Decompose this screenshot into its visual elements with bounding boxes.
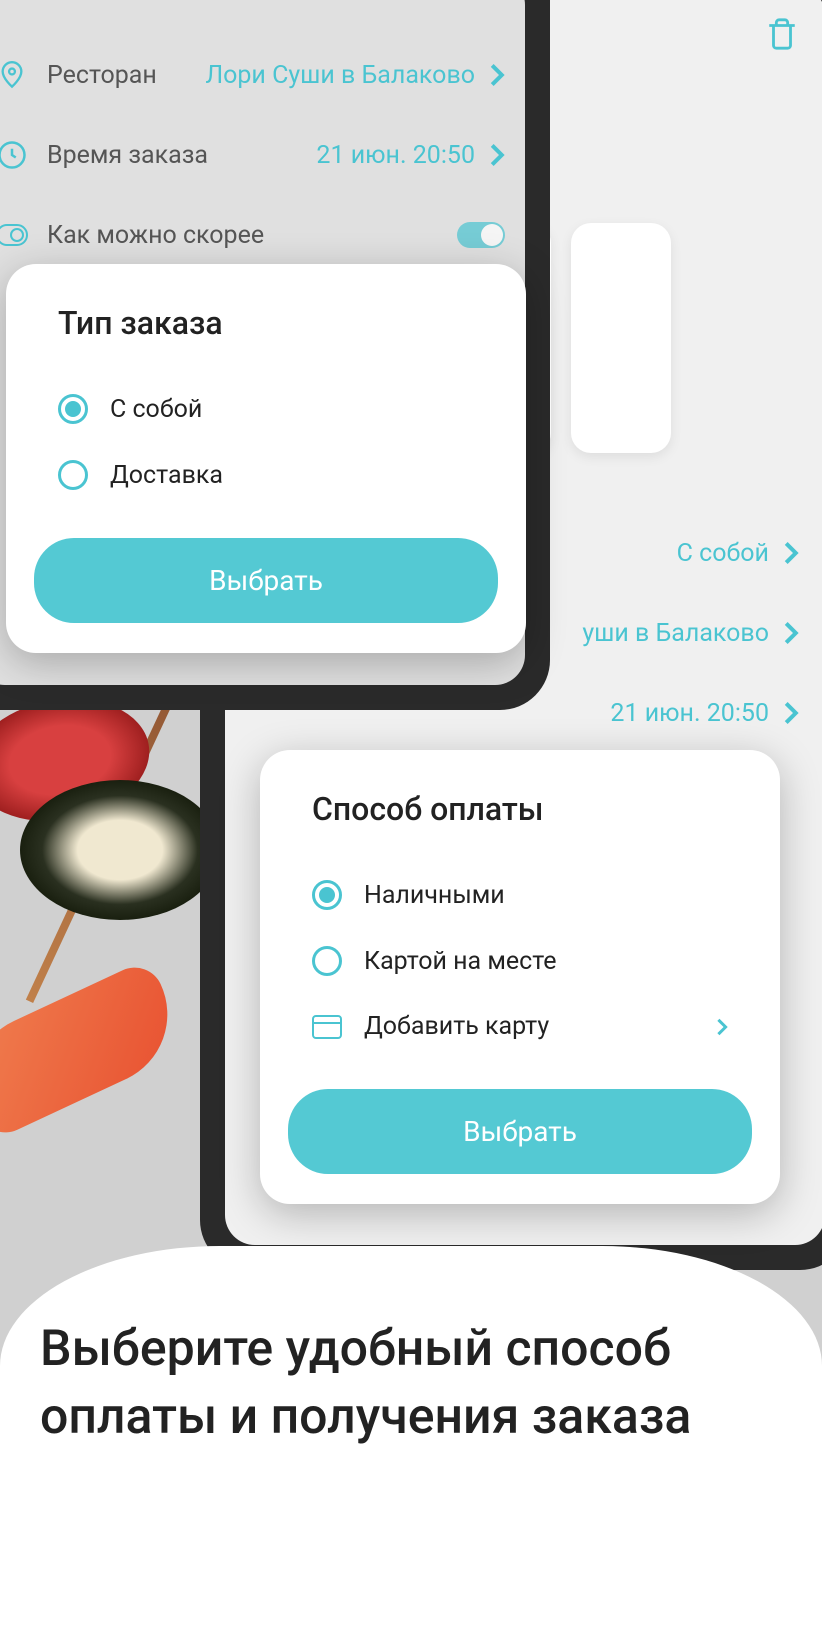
product-card-partial[interactable] [571,223,671,453]
order-time-row[interactable]: Время заказа 21 июн. 20:50 [0,115,505,195]
trash-icon[interactable] [765,15,799,53]
modal-title: Способ оплаты [312,790,752,828]
row-value: 21 июн. 20:50 [316,141,475,170]
radio-label: Наличными [364,881,505,910]
order-type-modal: Тип заказа С собой Доставка Выбрать [6,264,526,653]
order-type-pickup-option[interactable]: С собой [34,376,498,442]
radio-unselected-icon [312,946,342,976]
promo-headline: Выберите удобный способ оплаты и получен… [40,1316,782,1451]
select-button[interactable]: Выбрать [34,538,498,623]
location-pin-icon [0,58,29,92]
row-label: Как можно скорее [47,221,264,250]
radio-unselected-icon [58,460,88,490]
modal-title: Тип заказа [58,304,498,342]
order-type-delivery-option[interactable]: Доставка [34,442,498,508]
payment-card-on-site-option[interactable]: Картой на месте [288,928,752,994]
radio-label: Картой на месте [364,947,557,976]
chevron-right-icon [783,620,799,646]
row-value: С собой [677,539,769,568]
row-value: Лори Суши в Балаково [205,61,475,90]
chevron-right-icon [489,142,505,168]
payment-cash-option[interactable]: Наличными [288,862,752,928]
chevron-right-icon [489,62,505,88]
payment-add-card-option[interactable]: Добавить карту [288,994,752,1059]
radio-label: Добавить карту [364,1012,549,1041]
chevron-right-icon [783,700,799,726]
restaurant-row[interactable]: Ресторан Лори Суши в Балаково [0,35,505,115]
row-label: Ресторан [47,61,157,90]
toggle-icon [0,218,29,252]
radio-selected-icon [58,394,88,424]
promo-slab: Выберите удобный способ оплаты и получен… [0,1246,822,1646]
chevron-right-icon [716,1017,728,1037]
clock-icon [0,138,29,172]
credit-card-icon [312,1015,342,1039]
row-value: 21 июн. 20:50 [610,699,769,728]
radio-label: С собой [110,395,202,424]
radio-label: Доставка [110,461,223,490]
select-button[interactable]: Выбрать [288,1089,752,1174]
row-value: уши в Балаково [582,619,769,648]
asap-toggle[interactable] [457,222,505,248]
row-label: Время заказа [47,141,208,170]
radio-selected-icon [312,880,342,910]
chevron-right-icon [783,540,799,566]
asap-row[interactable]: Как можно скорее [0,195,505,275]
payment-method-modal: Способ оплаты Наличными Картой на месте … [260,750,780,1204]
